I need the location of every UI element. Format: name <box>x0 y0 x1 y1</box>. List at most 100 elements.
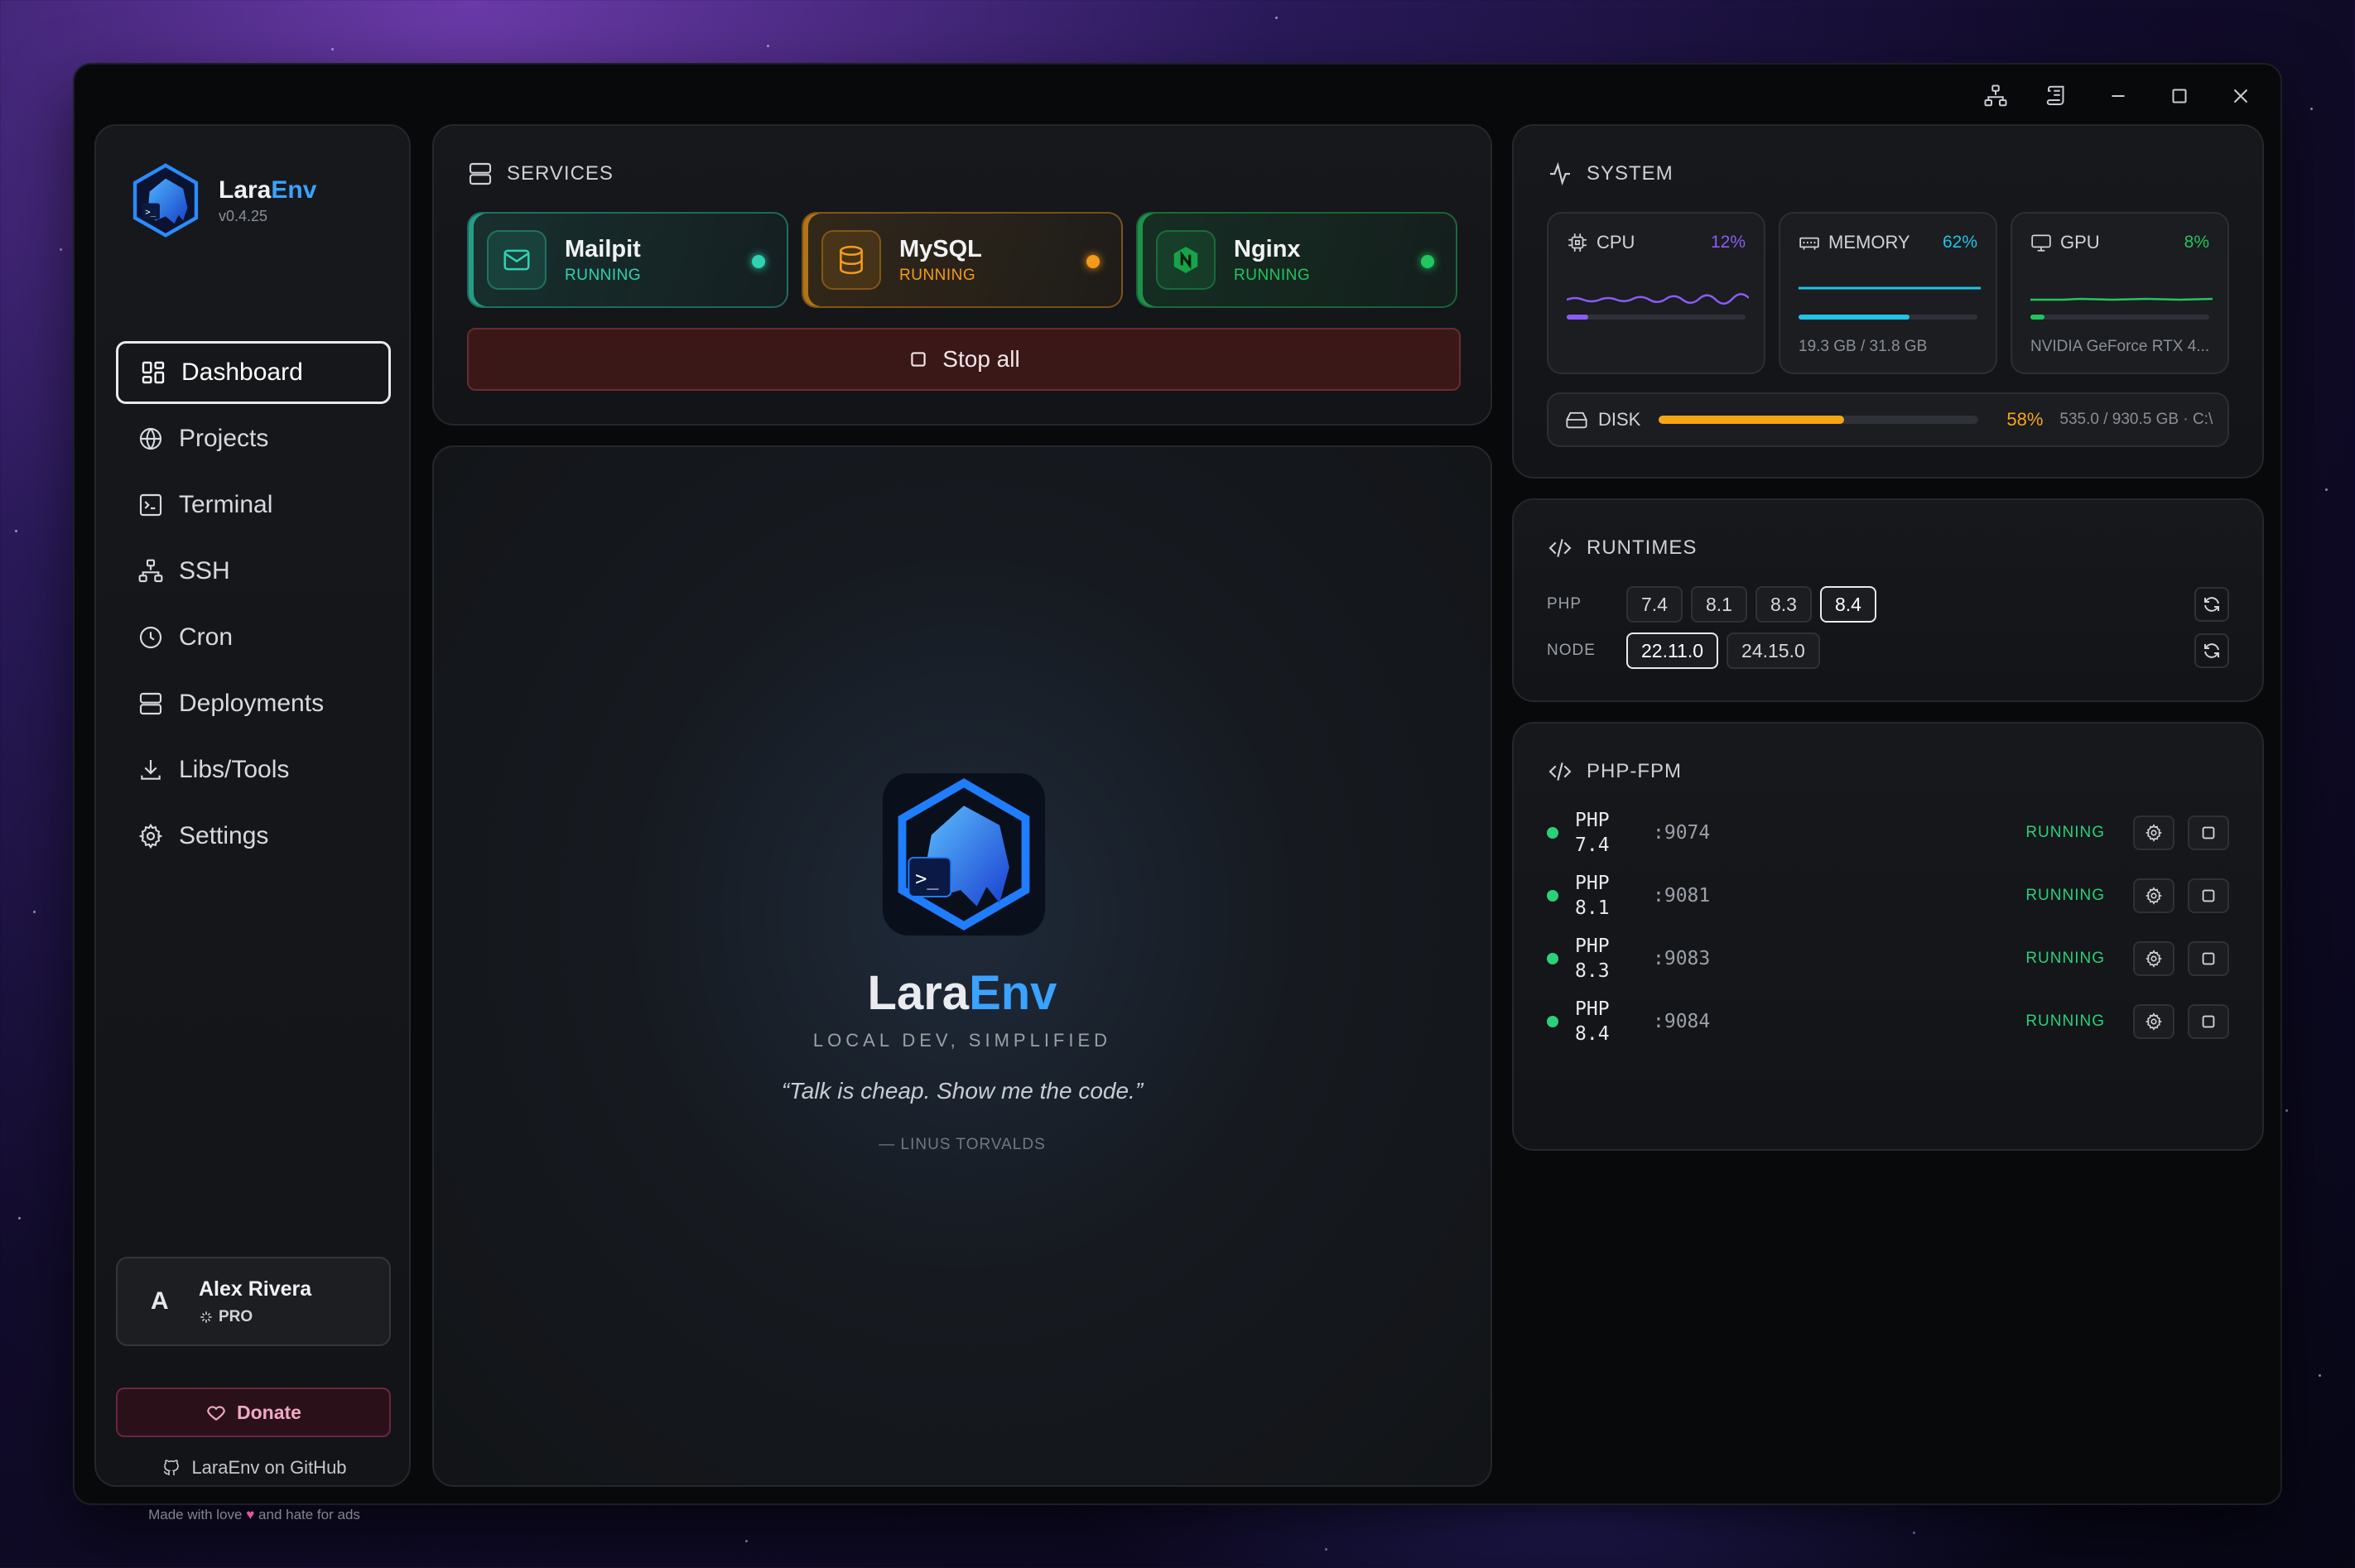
status-dot <box>1421 255 1434 268</box>
cpu-label: CPU <box>1596 232 1635 253</box>
fpm-settings-button[interactable] <box>2133 1004 2174 1039</box>
sidebar-item-deployments[interactable]: Deployments <box>116 672 391 735</box>
sidebar-item-label: SSH <box>179 557 230 584</box>
stop-all-button[interactable]: Stop all <box>467 328 1461 391</box>
nginx-icon <box>1156 230 1216 290</box>
log-icon[interactable] <box>2042 81 2072 111</box>
fpm-settings-button[interactable] <box>2133 815 2174 850</box>
fpm-version: PHP 8.1 <box>1575 873 1610 919</box>
gear-icon <box>2145 824 2163 842</box>
laraenv-logo: >_ <box>132 163 199 238</box>
cpu-metric: CPU 12% <box>1547 212 1765 374</box>
welcome-panel: >_ LaraEnv LOCAL DEV, SIMPLIFIED “Talk i… <box>432 445 1492 1487</box>
fpm-version: PHP 8.3 <box>1575 936 1610 982</box>
service-card-mailpit[interactable]: Mailpit RUNNING <box>467 212 788 308</box>
fpm-settings-button[interactable] <box>2133 878 2174 913</box>
stop-icon <box>2202 826 2215 839</box>
cpu-bar <box>1567 315 1746 320</box>
github-link[interactable]: LaraEnv on GitHub <box>96 1457 412 1479</box>
fpm-row: PHP 8.4 :9084 RUNNING <box>1547 997 2229 1046</box>
app-version: v0.4.25 <box>219 207 268 224</box>
node-refresh-button[interactable] <box>2194 633 2229 668</box>
sidebar-item-projects[interactable]: Projects <box>116 407 391 470</box>
gear-icon <box>2145 887 2163 905</box>
cpu-percent: 12% <box>1710 233 1746 252</box>
node-version-chip[interactable]: 24.15.0 <box>1727 632 1820 669</box>
system-title: SYSTEM <box>1547 161 1674 187</box>
svg-text:>_: >_ <box>915 867 939 890</box>
service-status: RUNNING <box>1234 266 1311 284</box>
sidebar-item-libs-tools[interactable]: Libs/Tools <box>116 738 391 801</box>
fpm-port: :9083 <box>1653 948 1711 969</box>
fpm-status: RUNNING <box>2025 887 2105 904</box>
fpm-settings-button[interactable] <box>2133 941 2174 976</box>
fpm-stop-button[interactable] <box>2188 815 2229 850</box>
donate-button[interactable]: Donate <box>116 1388 391 1437</box>
fpm-stop-button[interactable] <box>2188 1004 2229 1039</box>
download-icon <box>141 760 161 780</box>
sidebar: >_ LaraEnv v0.4.25 Dashboard Projects Te… <box>94 124 412 1522</box>
user-name: Alex Rivera <box>199 1277 312 1301</box>
memory-icon <box>1799 237 1819 250</box>
user-card[interactable]: A Alex Rivera PRO <box>116 1257 391 1346</box>
sidebar-item-label: Deployments <box>179 690 325 717</box>
fpm-version: PHP 7.4 <box>1575 810 1610 856</box>
memory-metric: MEMORY 62% 19.3 GB / 31.8 GB <box>1779 212 1997 374</box>
service-card-nginx[interactable]: Nginx RUNNING <box>1136 212 1457 308</box>
disk-label: DISK <box>1598 409 1641 430</box>
sidebar-item-label: Terminal <box>179 491 273 518</box>
php-version-chip[interactable]: 8.1 <box>1690 586 1747 623</box>
svg-text:>_: >_ <box>145 208 156 218</box>
gear-icon <box>2145 950 2163 968</box>
dashboard-icon <box>142 361 165 384</box>
sidebar-item-terminal[interactable]: Terminal <box>116 474 391 536</box>
php-version-chip[interactable]: 8.3 <box>1755 586 1812 623</box>
gear-icon <box>2145 1012 2163 1031</box>
service-status: RUNNING <box>899 266 976 284</box>
maximize-button[interactable] <box>2165 81 2194 111</box>
database-icon <box>821 230 881 290</box>
code-icon <box>1548 762 1572 781</box>
status-dot <box>1547 1016 1558 1027</box>
php-fpm-panel: PHP-FPM PHP 7.4 :9074 RUNNING PHP 8.1 :9… <box>1512 722 2264 1151</box>
node-runtime-row: NODE 22.11.0 24.15.0 <box>1547 632 2229 669</box>
avatar: A <box>151 1287 169 1315</box>
fpm-stop-button[interactable] <box>2188 941 2229 976</box>
sidebar-item-cron[interactable]: Cron <box>116 606 391 669</box>
memory-usage: 19.3 GB / 31.8 GB <box>1799 338 1928 355</box>
sidebar-item-settings[interactable]: Settings <box>116 805 391 868</box>
stop-icon <box>911 352 926 367</box>
sidebar-item-dashboard[interactable]: Dashboard <box>116 341 391 404</box>
minimize-button[interactable] <box>2103 81 2133 111</box>
cpu-icon <box>1568 233 1587 252</box>
gpu-name: NVIDIA GeForce RTX 4... <box>2030 338 2210 355</box>
gear-icon <box>138 823 163 849</box>
status-dot <box>1547 827 1558 839</box>
heart-icon <box>207 1406 225 1421</box>
sidebar-item-ssh[interactable]: SSH <box>116 540 391 603</box>
close-button[interactable] <box>2226 81 2256 111</box>
stop-icon <box>2202 889 2215 902</box>
fpm-port: :9084 <box>1653 1011 1711 1032</box>
fpm-status: RUNNING <box>2025 950 2105 967</box>
node-label: NODE <box>1547 642 1596 659</box>
php-version-chip-selected[interactable]: 8.4 <box>1819 586 1876 623</box>
network-icon[interactable] <box>1981 81 2011 111</box>
php-version-chip[interactable]: 7.4 <box>1626 586 1683 623</box>
hero-title: LaraEnv <box>867 966 1057 1020</box>
node-version-chip-selected[interactable]: 22.11.0 <box>1626 632 1719 669</box>
sidebar-item-label: Dashboard <box>181 358 303 386</box>
memory-bar <box>1799 315 1977 320</box>
memory-percent: 62% <box>1942 233 1977 252</box>
fpm-stop-button[interactable] <box>2188 878 2229 913</box>
hero-quote: “Talk is cheap. Show me the code.” <box>781 1078 1144 1104</box>
service-name: Nginx <box>1234 235 1301 262</box>
github-icon <box>164 1460 180 1475</box>
app-window: >_ LaraEnv v0.4.25 Dashboard Projects Te… <box>73 63 2282 1522</box>
hero-tagline: LOCAL DEV, SIMPLIFIED <box>812 1030 1112 1051</box>
php-refresh-button[interactable] <box>2194 587 2229 622</box>
brand: >_ LaraEnv v0.4.25 <box>129 162 316 238</box>
disk-bar <box>1659 416 1979 424</box>
service-card-mysql[interactable]: MySQL RUNNING <box>802 212 1123 308</box>
service-status: RUNNING <box>565 266 642 284</box>
